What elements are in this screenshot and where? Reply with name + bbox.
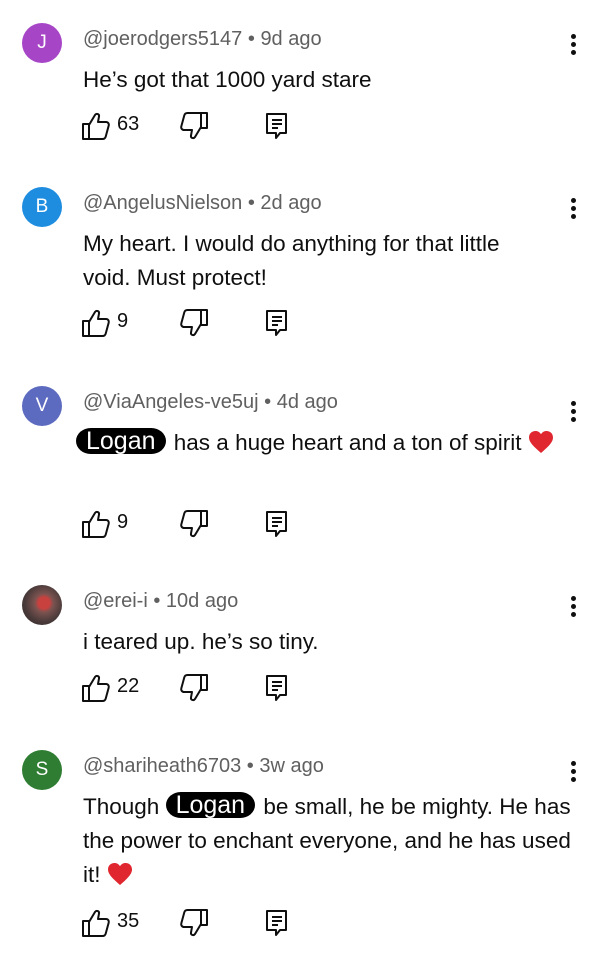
reply-comment-icon: [266, 511, 287, 537]
comment-time: 3w ago: [259, 755, 324, 777]
thumbs-up-icon: [82, 909, 110, 937]
avatar[interactable]: J: [22, 23, 62, 63]
separator: •: [264, 391, 272, 413]
dislike-button[interactable]: [178, 111, 210, 141]
more-vertical-icon[interactable]: [561, 754, 585, 790]
like-count: 35: [117, 910, 140, 932]
like-button[interactable]: 9: [80, 509, 128, 539]
comment-text-part: Though: [83, 794, 166, 819]
like-button[interactable]: 22: [80, 673, 139, 703]
comment-text: He’s got that 1000 yard stare: [83, 67, 372, 92]
avatar[interactable]: [22, 585, 62, 625]
red-heart-emoji: [528, 431, 553, 453]
reply-comment-icon: [266, 113, 287, 139]
more-vertical-icon[interactable]: [561, 394, 585, 430]
author-name[interactable]: @erei-i: [83, 590, 148, 612]
comment-text: i teared up. he’s so tiny.: [83, 629, 319, 654]
reply-button[interactable]: [264, 673, 290, 703]
like-count: 22: [117, 675, 140, 697]
thumbs-down-icon: [180, 309, 208, 337]
more-vertical-icon[interactable]: [561, 191, 585, 227]
reply-button[interactable]: [264, 908, 290, 938]
thumbs-up-icon: [82, 674, 110, 702]
reply-button[interactable]: [264, 111, 290, 141]
avatar[interactable]: V: [22, 386, 62, 426]
like-count: 9: [117, 511, 129, 533]
dislike-button[interactable]: [178, 509, 210, 539]
author-name[interactable]: @ViaAngeles-ve5uj: [83, 391, 259, 413]
author-name[interactable]: @AngelusNielson: [83, 192, 242, 214]
thumbs-down-icon: [180, 909, 208, 937]
redacted-name: Logan: [165, 792, 256, 818]
separator: •: [153, 590, 161, 612]
more-vertical-icon[interactable]: [561, 589, 585, 625]
comment-meta: @AngelusNielson • 2d ago: [83, 192, 322, 215]
thumbs-down-icon: [180, 112, 208, 140]
like-button[interactable]: 9: [80, 308, 128, 338]
dislike-button[interactable]: [178, 908, 210, 938]
thumbs-up-icon: [82, 309, 110, 337]
dislike-button[interactable]: [178, 673, 210, 703]
reply-comment-icon: [266, 310, 287, 336]
thumbs-up-icon: [82, 510, 110, 538]
separator: •: [246, 755, 254, 777]
more-vertical-icon[interactable]: [561, 27, 585, 63]
comment-time: 2d ago: [260, 192, 322, 214]
separator: •: [247, 192, 255, 214]
like-count: 63: [117, 113, 140, 135]
comment-meta: @joerodgers5147 • 9d ago: [83, 28, 322, 51]
comment-meta: @ViaAngeles-ve5uj • 4d ago: [83, 391, 338, 414]
reply-comment-icon: [266, 910, 287, 936]
comment-time: 4d ago: [276, 391, 338, 413]
comment-time: 9d ago: [260, 28, 322, 50]
comment-meta: @erei-i • 10d ago: [83, 590, 238, 613]
like-button[interactable]: 63: [80, 111, 139, 141]
comment-text: Logan has a huge heart and a ton of spir…: [76, 426, 586, 460]
author-name[interactable]: @shariheath6703: [83, 755, 241, 777]
thumbs-down-icon: [180, 510, 208, 538]
comment-text: Though Logan be small, he be mighty. He …: [83, 790, 573, 892]
reply-button[interactable]: [264, 308, 290, 338]
comment-meta: @shariheath6703 • 3w ago: [83, 755, 324, 778]
like-count: 9: [117, 310, 129, 332]
thumbs-down-icon: [180, 674, 208, 702]
like-button[interactable]: 35: [80, 908, 139, 938]
thumbs-up-icon: [82, 112, 110, 140]
avatar[interactable]: B: [22, 187, 62, 227]
red-heart-emoji: [107, 863, 132, 885]
reply-comment-icon: [266, 675, 287, 701]
avatar[interactable]: S: [22, 750, 62, 790]
comment-text: My heart. I would do anything for that l…: [83, 231, 500, 290]
reply-button[interactable]: [264, 509, 290, 539]
comment-text-part: has a huge heart and a ton of spirit: [167, 430, 528, 455]
comment-time: 10d ago: [165, 590, 239, 612]
author-name[interactable]: @joerodgers5147: [83, 28, 242, 50]
dislike-button[interactable]: [178, 308, 210, 338]
redacted-name: Logan: [76, 428, 166, 454]
separator: •: [247, 28, 255, 50]
